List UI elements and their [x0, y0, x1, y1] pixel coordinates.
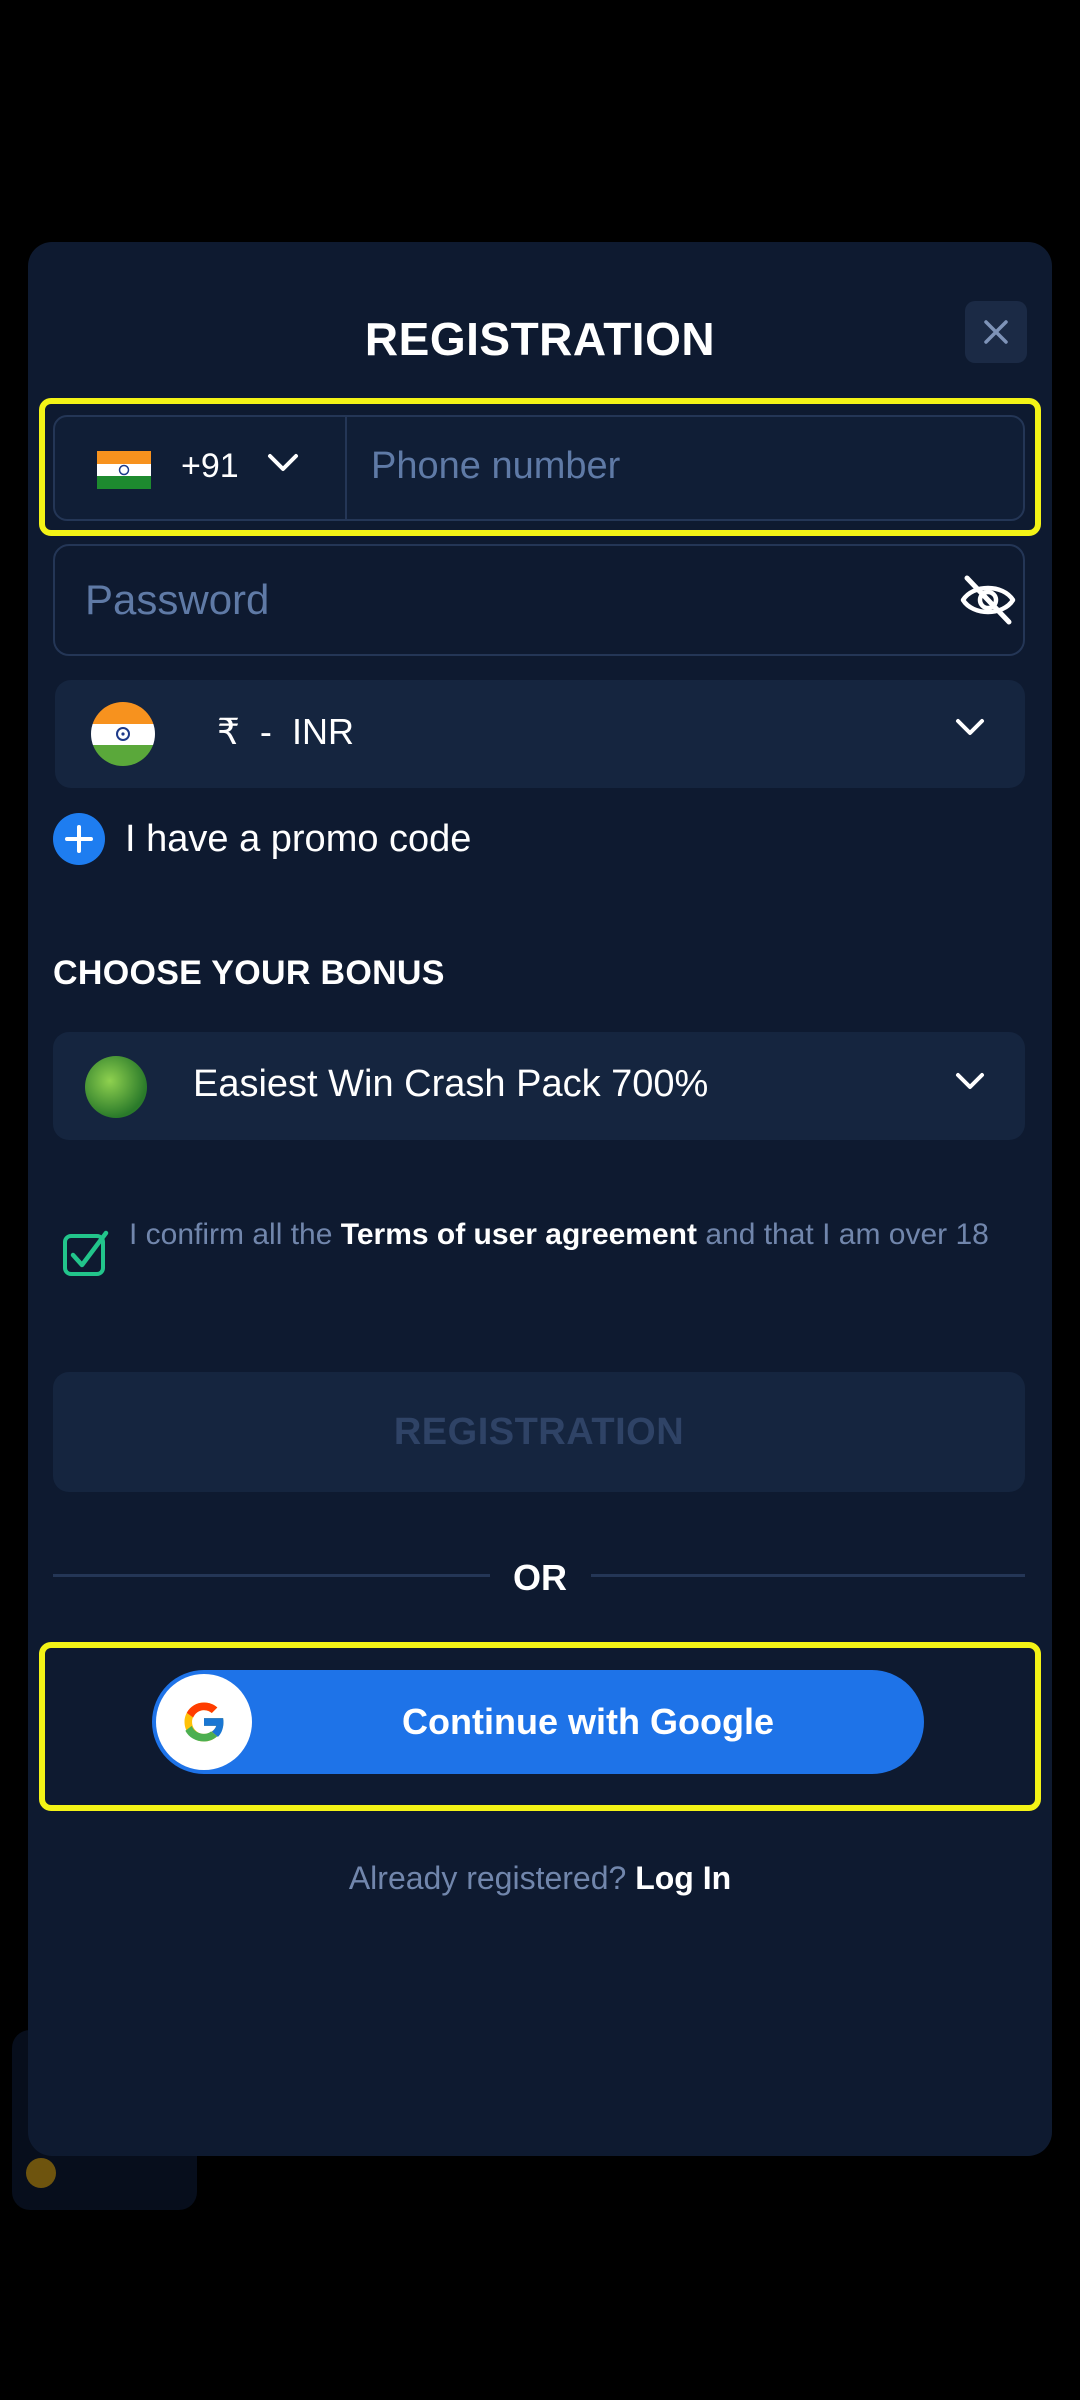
divider-or: OR: [513, 1557, 567, 1598]
bonus-selected-label: Easiest Win Crash Pack 700%: [193, 1063, 709, 1105]
password-field[interactable]: Password: [53, 544, 1025, 656]
registration-button[interactable]: REGISTRATION: [53, 1372, 1025, 1492]
registration-modal: REGISTRATION +91 Phone number Password ₹…: [28, 242, 1052, 2156]
chevron-down-icon: [956, 1073, 984, 1089]
close-button[interactable]: [965, 301, 1027, 363]
promo-code-toggle[interactable]: I have a promo code: [53, 812, 471, 866]
india-flag-icon: [91, 702, 155, 766]
modal-title: REGISTRATION: [364, 313, 716, 365]
password-placeholder: Password: [85, 576, 270, 623]
plus-icon: [53, 813, 105, 865]
phone-number-input[interactable]: Phone number: [371, 445, 620, 488]
google-button-label: Continue with Google: [402, 1701, 774, 1742]
chevron-down-icon: [268, 454, 298, 471]
currency-label: ₹ - INR: [217, 711, 354, 752]
close-icon: [984, 320, 1008, 344]
chevron-down-icon: [956, 719, 984, 735]
login-prompt: Already registered? Log In: [348, 1860, 732, 1896]
india-flag-icon: [97, 451, 151, 489]
terms-link[interactable]: Terms of user agreement: [341, 1218, 697, 1251]
bonus-selector[interactable]: Easiest Win Crash Pack 700%: [53, 1032, 1025, 1140]
bonus-heading: CHOOSE YOUR BONUS: [53, 954, 445, 992]
terms-checkbox[interactable]: [62, 1230, 110, 1276]
background-coin-icon: [26, 2158, 56, 2188]
country-code-selector[interactable]: +91: [55, 417, 347, 519]
continue-with-google-button[interactable]: Continue with Google: [152, 1670, 924, 1774]
phone-field: +91 Phone number: [53, 415, 1025, 521]
google-logo-icon: [156, 1674, 252, 1770]
terms-text: I confirm all the Terms of user agreemen…: [129, 1218, 989, 1251]
promo-code-label: I have a promo code: [125, 817, 472, 860]
country-code: +91: [181, 447, 239, 485]
currency-selector[interactable]: ₹ - INR: [55, 680, 1025, 788]
bonus-pack-icon: [85, 1056, 147, 1118]
login-link[interactable]: Log In: [635, 1860, 731, 1896]
eye-off-icon[interactable]: [959, 574, 1017, 626]
